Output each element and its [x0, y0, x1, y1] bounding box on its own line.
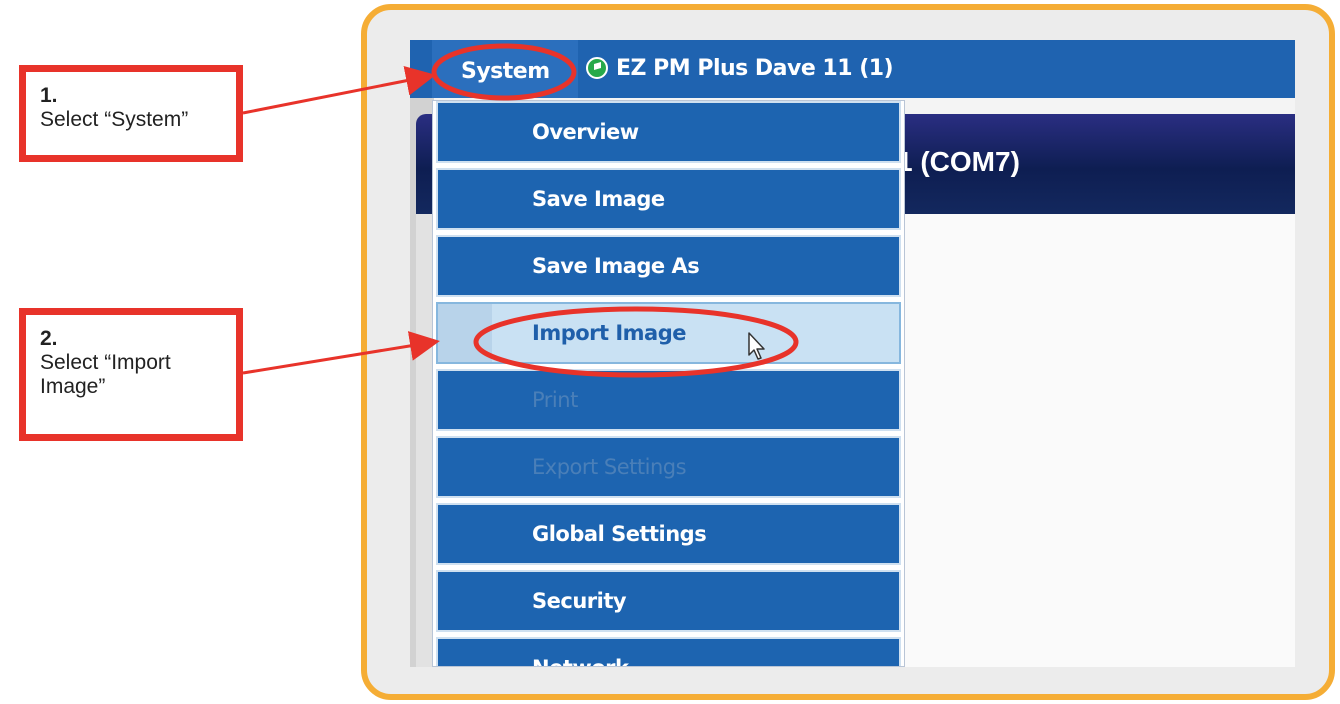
arrow-to-import-image: [242, 331, 440, 375]
highlight-ellipse-import-image: [473, 306, 799, 378]
highlight-ellipse-system: [431, 43, 577, 101]
annotation-overlay: [242, 43, 799, 378]
arrow-to-system: [242, 65, 436, 115]
